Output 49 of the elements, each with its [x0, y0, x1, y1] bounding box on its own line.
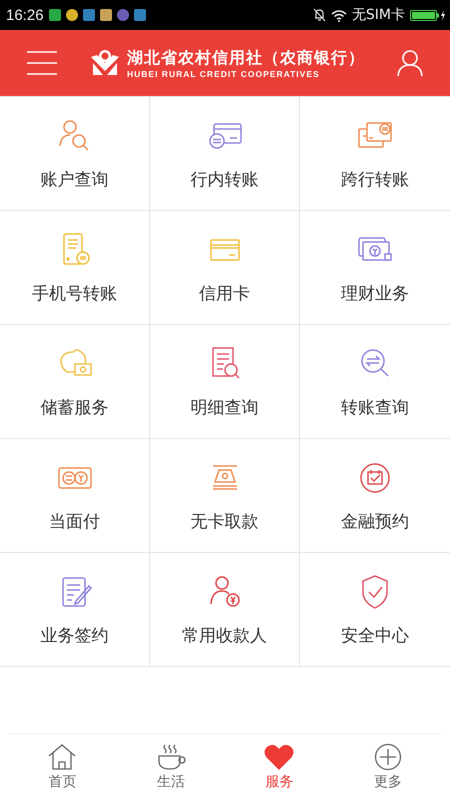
service-tile[interactable]: 当面付 [0, 439, 150, 553]
menu-icon[interactable] [26, 50, 58, 76]
bank-name: 湖北省农村信用社（农商银行） [127, 48, 365, 68]
service-label: 跨行转账 [341, 169, 409, 191]
service-label: 无卡取款 [190, 511, 258, 533]
plus-circle-icon [372, 743, 403, 771]
service-tile[interactable]: 理财业务 [300, 211, 450, 325]
service-tile[interactable]: 常用收款人 [150, 553, 300, 667]
service-tile[interactable]: 无卡取款 [150, 439, 300, 553]
service-tile[interactable]: 明细查询 [150, 325, 300, 439]
house-icon [47, 743, 78, 771]
service-tile[interactable]: 账户查询 [0, 97, 150, 211]
service-label: 行内转账 [190, 169, 258, 191]
service-label: 账户查询 [40, 169, 108, 191]
bell-muted-icon [312, 8, 326, 22]
service-tile[interactable]: 业务签约 [0, 553, 150, 667]
service-label: 金融预约 [341, 511, 409, 533]
service-label: 明细查询 [190, 397, 258, 419]
carrier-text: 无SIM卡 [352, 6, 405, 24]
heart-icon [264, 743, 294, 771]
user-icon[interactable] [396, 49, 424, 77]
service-tile[interactable]: 信用卡 [150, 211, 300, 325]
service-label: 常用收款人 [182, 625, 267, 647]
service-label: 业务签约 [40, 625, 108, 647]
service-tile[interactable]: 金融预约 [300, 439, 450, 553]
service-tile[interactable]: 跨行转账 [300, 97, 450, 211]
status-time: 16:26 [6, 6, 44, 24]
service-label: 安全中心 [341, 625, 409, 647]
service-label: 当面付 [49, 511, 100, 533]
bank-logo-icon [89, 49, 121, 77]
service-label: 信用卡 [199, 283, 250, 305]
battery-icon [410, 8, 446, 22]
service-tile[interactable]: 安全中心 [300, 553, 450, 667]
service-tile[interactable]: 行内转账 [150, 97, 300, 211]
service-tile[interactable]: 转账查询 [300, 325, 450, 439]
service-label: 转账查询 [341, 397, 409, 419]
app-notification-icon [66, 9, 78, 21]
service-tile[interactable]: 储蓄服务 [0, 325, 150, 439]
service-tile[interactable]: 手机号转账 [0, 211, 150, 325]
nav-tab[interactable]: 服务 [225, 734, 334, 800]
nav-tab[interactable]: 更多 [334, 734, 442, 800]
bank-english-name: HUBEI RURAL CREDIT COOPERATIVES [127, 68, 321, 78]
cup-icon [156, 743, 186, 771]
service-label: 储蓄服务 [40, 397, 108, 419]
service-label: 理财业务 [341, 283, 409, 305]
wifi-icon [330, 8, 347, 22]
nav-tab[interactable]: 生活 [116, 734, 225, 800]
service-label: 手机号转账 [32, 283, 117, 305]
nav-tab[interactable]: 首页 [8, 734, 116, 800]
